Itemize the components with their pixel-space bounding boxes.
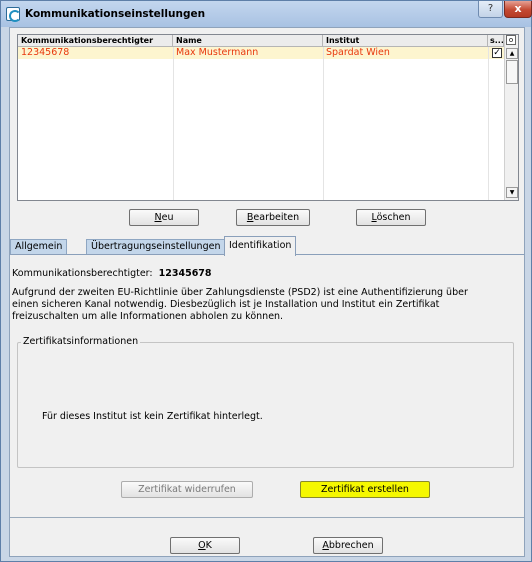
check-icon: ✓	[493, 48, 501, 58]
new-button[interactable]: Neu	[129, 209, 199, 226]
cell-name: Max Mustermann	[176, 47, 259, 58]
tab-uebertragungseinstellungen[interactable]: Übertragungseinstellungen	[86, 239, 226, 255]
column-divider	[173, 47, 174, 200]
close-button[interactable]: x	[504, 1, 532, 18]
title-bar[interactable]: Kommunikationseinstellungen ? x	[1, 1, 532, 27]
help-icon: ?	[487, 3, 494, 14]
column-header-institut[interactable]: Institut	[323, 35, 488, 47]
revoke-certificate-button[interactable]: Zertifikat widerrufen	[121, 481, 253, 498]
column-header-name[interactable]: Name	[173, 35, 323, 47]
tab-bar: Allgemein Übertragungseinstellungen Iden…	[10, 236, 526, 256]
scroll-up-icon[interactable]: ▲	[506, 48, 518, 59]
help-button[interactable]: ?	[478, 1, 503, 18]
list-scrollbar[interactable]: o ▲ ▼	[504, 35, 518, 200]
identifikation-panel: Kommunikationsberechtigter: 12345678 Aufg…	[10, 254, 524, 518]
psd2-info-text: Aufgrund der zweiten EU-Richtlinie über …	[12, 287, 468, 322]
delete-button[interactable]: Löschen	[356, 209, 426, 226]
scroll-thumb[interactable]	[506, 60, 518, 84]
dialog-window: Kommunikationseinstellungen ? x Kommunik…	[0, 0, 532, 562]
cell-kommunikationsberechtigter: 12345678	[21, 47, 70, 58]
column-header-s[interactable]: s...	[488, 35, 504, 47]
certificate-info-group: Zertifikatsinformationen Für dieses Inst…	[17, 336, 514, 468]
dialog-client: Kommunikationsberechtigter Name Institut…	[9, 27, 525, 557]
scroll-down-icon[interactable]: ▼	[506, 187, 518, 198]
row-checkbox[interactable]: ✓	[492, 48, 502, 58]
communication-list[interactable]: Kommunikationsberechtigter Name Institut…	[17, 34, 519, 201]
list-header: Kommunikationsberechtigter Name Institut…	[18, 35, 504, 47]
column-divider	[323, 47, 324, 200]
column-chooser-icon[interactable]: o	[506, 35, 516, 45]
close-icon: x	[514, 2, 522, 15]
tab-allgemein[interactable]: Allgemein	[10, 239, 68, 255]
app-icon	[6, 7, 21, 22]
window-title: Kommunikationseinstellungen	[25, 8, 206, 20]
certificate-status-text: Für dieses Institut ist kein Zertifikat …	[42, 411, 263, 422]
column-divider	[488, 47, 489, 200]
cancel-button[interactable]: Abbrechen	[313, 537, 383, 554]
cell-institut: Spardat Wien	[326, 47, 390, 58]
edit-button[interactable]: Bearbeiten	[236, 209, 310, 226]
create-certificate-button[interactable]: Zertifikat erstellen	[300, 481, 430, 498]
kommunikationsberechtigter-field: Kommunikationsberechtigter: 12345678	[12, 268, 212, 279]
kommunikationsberechtigter-value: 12345678	[158, 268, 212, 279]
kommunikationsberechtigter-label: Kommunikationsberechtigter:	[12, 268, 153, 279]
table-row[interactable]: 12345678 Max Mustermann Spardat Wien ✓	[18, 47, 504, 59]
ok-button[interactable]: OK	[170, 537, 240, 554]
group-title: Zertifikatsinformationen	[21, 336, 141, 347]
column-header-kommunikationsberechtigter[interactable]: Kommunikationsberechtigter	[18, 35, 173, 47]
tab-identifikation[interactable]: Identifikation	[224, 236, 297, 256]
